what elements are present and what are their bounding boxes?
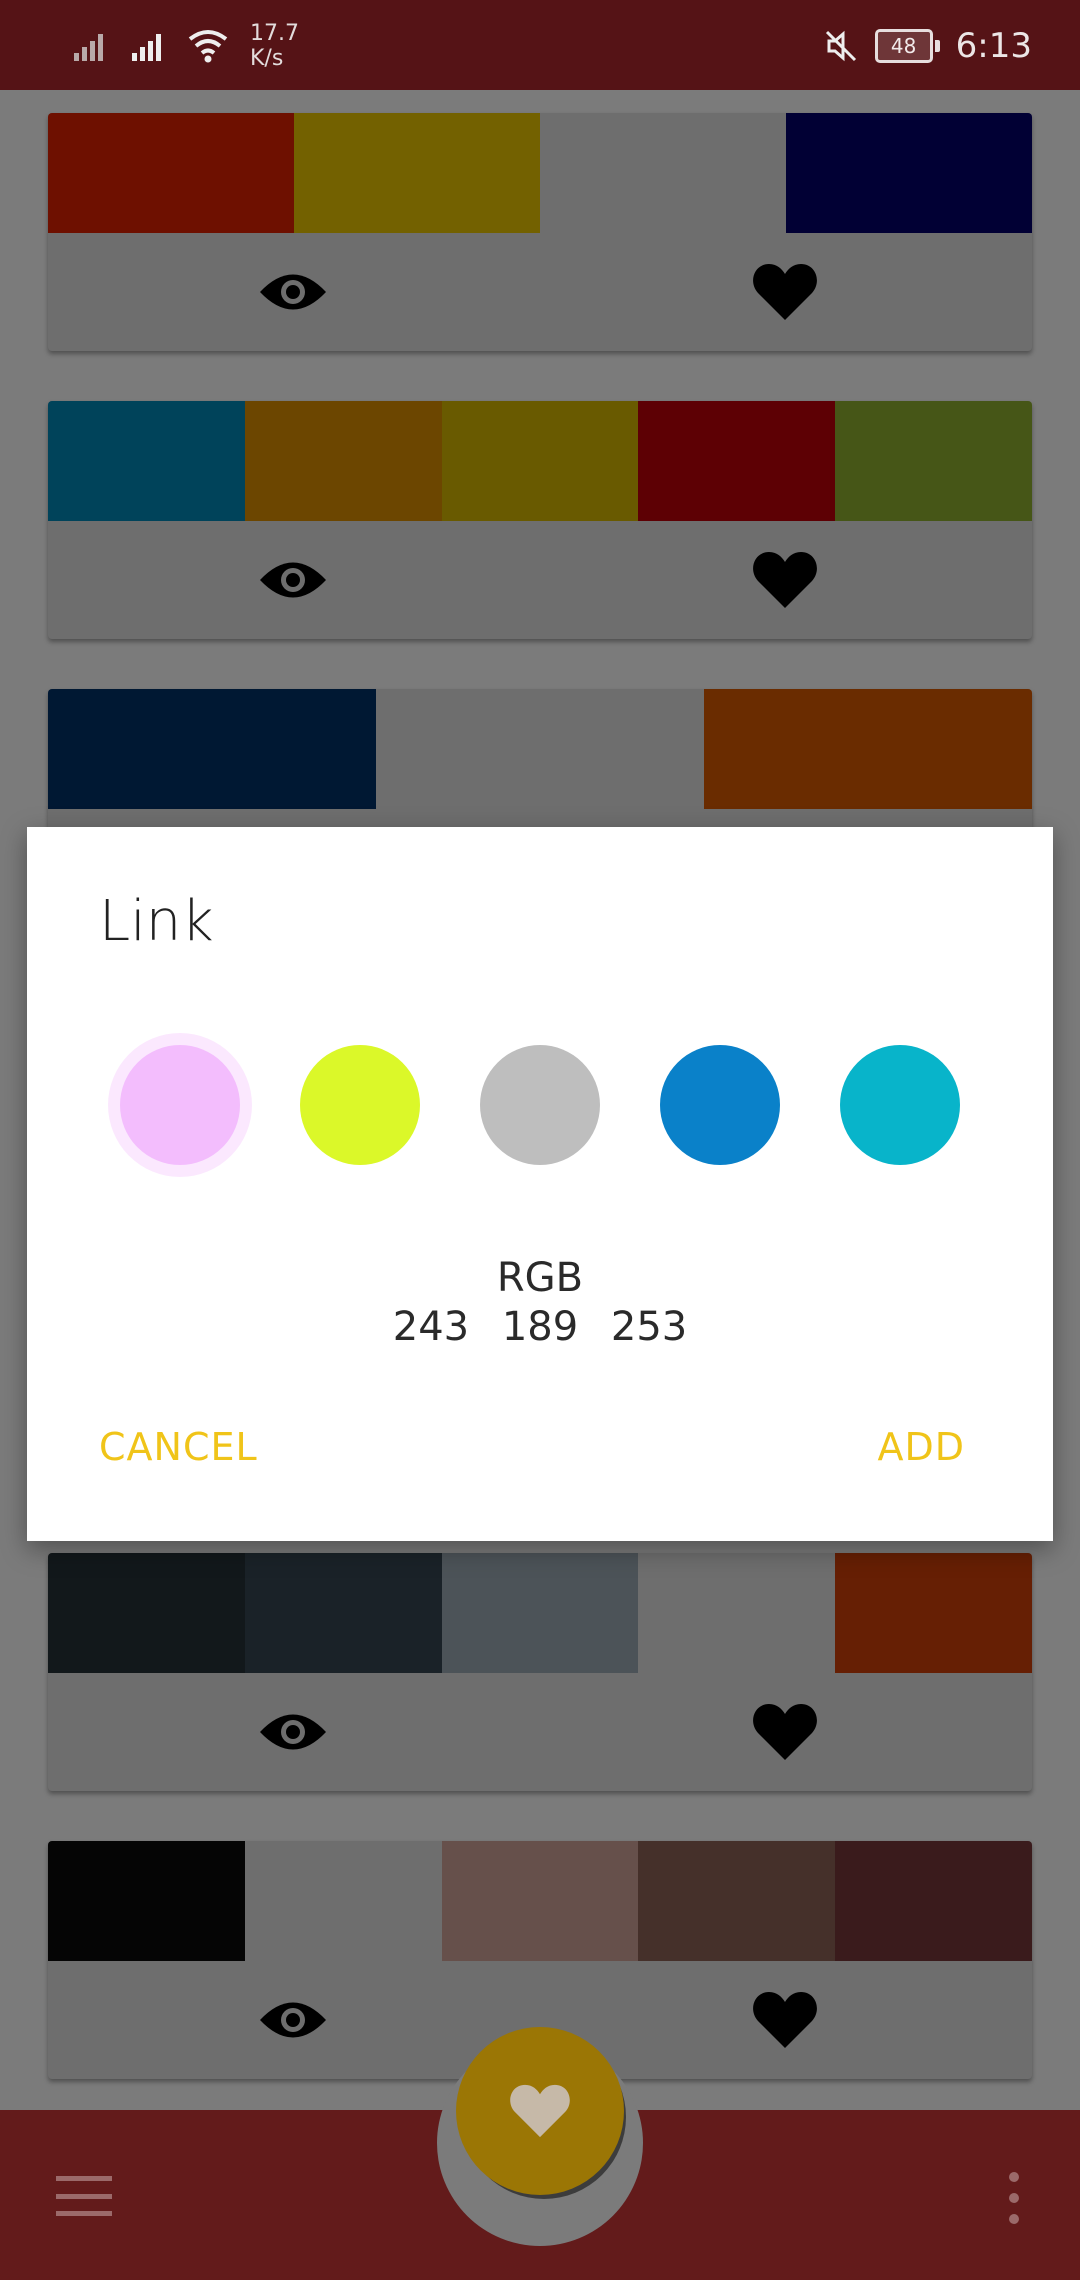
- more-options-button[interactable]: [1002, 2172, 1026, 2224]
- palette-actions: [48, 233, 1032, 351]
- palette-actions: [48, 1673, 1032, 1791]
- palette-color-swatch: [441, 401, 639, 521]
- battery-level: 48: [874, 29, 933, 63]
- view-palette-button[interactable]: [233, 521, 353, 639]
- more-dot: [1009, 2193, 1019, 2203]
- palette-color-swatch: [540, 113, 786, 233]
- signal-icon: [74, 34, 103, 61]
- wifi-icon: [188, 30, 228, 63]
- dialog-title: Link: [99, 889, 214, 954]
- palette-color-swatch: [441, 1553, 639, 1673]
- heart-icon: [753, 264, 817, 320]
- eye-icon: [260, 562, 326, 598]
- more-vert-icon: [1009, 2172, 1019, 2182]
- palette-swatches[interactable]: [48, 1841, 1032, 1961]
- favorite-palette-button[interactable]: [725, 1961, 845, 2079]
- palette-color-swatch: [48, 1553, 245, 1673]
- palette-card: [48, 113, 1032, 351]
- palette-swatches[interactable]: [48, 113, 1032, 233]
- palette-color-swatch: [441, 1841, 639, 1961]
- color-option[interactable]: [300, 1045, 420, 1165]
- palette-color-swatch: [835, 401, 1032, 521]
- palette-color-swatch: [48, 689, 376, 809]
- more-dot: [1009, 2214, 1019, 2224]
- palette-color-swatch: [244, 1841, 442, 1961]
- favorite-palette-button[interactable]: [725, 1673, 845, 1791]
- palette-color-swatch: [48, 1841, 245, 1961]
- rgb-values: 243 189 253: [392, 1304, 688, 1350]
- palette-color-swatch: [244, 401, 442, 521]
- palette-card: [48, 1553, 1032, 1791]
- eye-icon: [260, 2002, 326, 2038]
- clock: 6:13: [955, 26, 1032, 66]
- cancel-button[interactable]: CANCEL: [99, 1425, 258, 1469]
- favorite-palette-button[interactable]: [725, 233, 845, 351]
- battery-indicator: 48: [874, 29, 940, 63]
- palette-color-swatch: [638, 1841, 836, 1961]
- network-speed-unit: K/s: [250, 46, 284, 71]
- network-speed-value: 17.7: [250, 21, 299, 46]
- view-palette-button[interactable]: [233, 233, 353, 351]
- mute-icon: [825, 30, 856, 62]
- palette-color-swatch: [835, 1841, 1032, 1961]
- heart-icon: [510, 2084, 570, 2138]
- view-palette-button[interactable]: [233, 1673, 353, 1791]
- status-right: 48 6:13: [823, 18, 1032, 74]
- menu-button[interactable]: [56, 2176, 112, 2216]
- palette-color-swatch: [638, 401, 836, 521]
- network-speed: 17.7 K/s: [250, 21, 299, 71]
- palette-color-swatch: [638, 1553, 836, 1673]
- palette-color-swatch: [786, 113, 1032, 233]
- status-bar: 17.7 K/s 48 6:13: [0, 0, 1080, 90]
- palette-color-swatch: [704, 689, 1032, 809]
- heart-icon: [753, 552, 817, 608]
- color-option[interactable]: [660, 1045, 780, 1165]
- palette-color-swatch: [376, 689, 704, 809]
- hamburger-menu-icon: [56, 2176, 112, 2181]
- hamburger-line: [56, 2211, 112, 2216]
- color-option[interactable]: [120, 1045, 240, 1165]
- favorite-palette-button[interactable]: [725, 521, 845, 639]
- eye-icon: [260, 274, 326, 310]
- palette-color-swatch: [48, 401, 245, 521]
- palette-card: [48, 401, 1032, 639]
- view-palette-button[interactable]: [233, 1961, 353, 2079]
- signal-icon-2: [132, 34, 161, 61]
- battery-tip: [934, 40, 940, 52]
- favorites-fab[interactable]: [456, 2027, 624, 2195]
- color-option[interactable]: [480, 1045, 600, 1165]
- rgb-label: RGB: [496, 1255, 584, 1301]
- palette-actions: [48, 521, 1032, 639]
- palette-color-swatch: [244, 1553, 442, 1673]
- heart-icon: [753, 1992, 817, 2048]
- palette-color-swatch: [48, 113, 294, 233]
- color-option[interactable]: [840, 1045, 960, 1165]
- palette-swatches[interactable]: [48, 401, 1032, 521]
- heart-icon: [753, 1704, 817, 1760]
- palette-swatches[interactable]: [48, 1553, 1032, 1673]
- palette-color-swatch: [294, 113, 540, 233]
- hamburger-line: [56, 2193, 112, 2199]
- palette-swatches[interactable]: [48, 689, 1032, 809]
- status-left: 17.7 K/s: [72, 18, 299, 74]
- eye-icon: [260, 1714, 326, 1750]
- palette-color-swatch: [835, 1553, 1032, 1673]
- color-dialog: Link RGB 243 189 253 CANCEL ADD: [27, 827, 1053, 1541]
- add-button[interactable]: ADD: [877, 1425, 965, 1469]
